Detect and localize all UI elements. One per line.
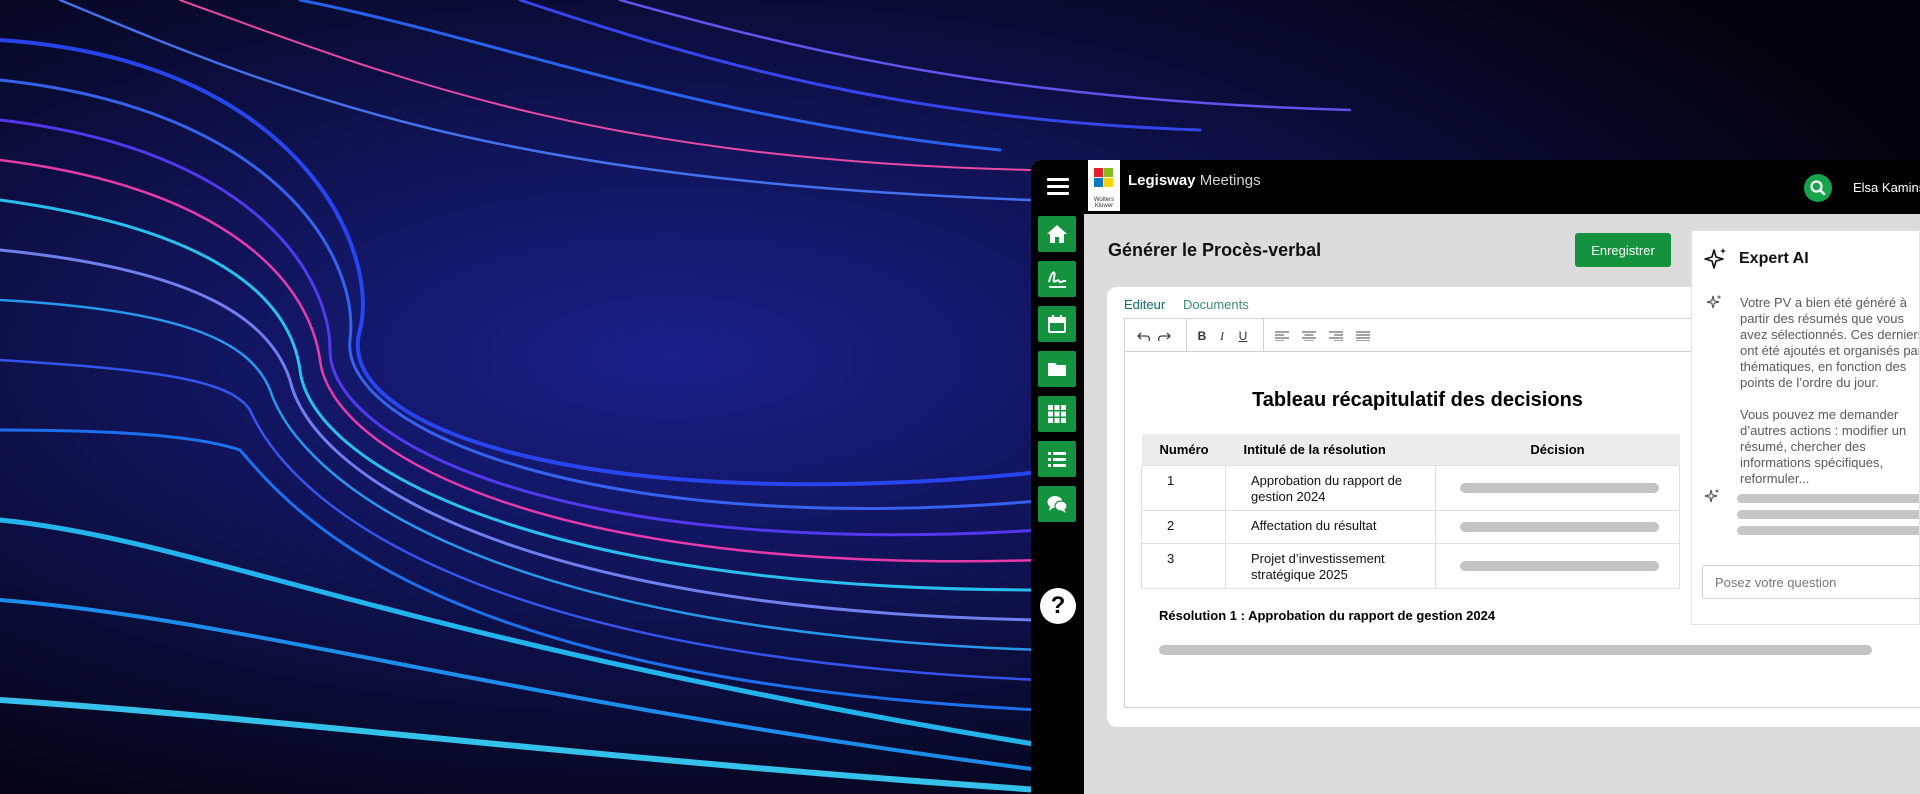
placeholder-bar — [1460, 521, 1659, 532]
ai-avatar-icon — [1704, 488, 1720, 503]
search-icon — [1810, 180, 1826, 196]
brand-name: Legisway — [1128, 172, 1196, 189]
grid-icon — [1048, 405, 1066, 423]
nav-home[interactable] — [1038, 216, 1076, 252]
document-title: Tableau récapitulatif des decisions — [1252, 389, 1583, 411]
logo-mark — [1094, 168, 1113, 187]
sparkle-icon — [1704, 248, 1726, 269]
italic-button[interactable]: I — [1215, 328, 1229, 344]
redo-icon[interactable] — [1155, 328, 1173, 344]
brand-product: Meetings — [1199, 172, 1261, 189]
align-right-glyph — [1329, 331, 1343, 341]
home-icon — [1047, 225, 1067, 243]
toolbar-divider — [1263, 319, 1264, 352]
row-number: 1 — [1141, 464, 1226, 511]
table-row[interactable]: 2 Affectation du résultat — [1141, 509, 1680, 544]
app-window: Wolters Kluwer Legisway Meetings Elsa Ka… — [1031, 160, 1920, 794]
align-left-glyph — [1275, 331, 1289, 341]
logo-text: Wolters Kluwer — [1093, 197, 1115, 209]
ai-message: Vous pouvez me demander d’autres actions… — [1740, 407, 1907, 486]
hamburger-icon[interactable] — [1045, 174, 1071, 200]
undo-glyph — [1137, 332, 1151, 342]
align-center-icon[interactable] — [1300, 328, 1318, 344]
signature-icon — [1048, 271, 1067, 288]
folder-icon — [1048, 363, 1066, 376]
decision-placeholder — [1435, 542, 1680, 589]
row-number: 2 — [1141, 509, 1226, 544]
ai-question-input[interactable] — [1702, 565, 1919, 599]
redo-glyph — [1157, 332, 1171, 342]
placeholder-bar — [1460, 482, 1659, 493]
nav-list[interactable] — [1038, 441, 1076, 477]
toolbar-divider — [1186, 319, 1187, 352]
decision-placeholder — [1435, 464, 1680, 511]
placeholder-bar — [1460, 560, 1659, 571]
list-icon — [1048, 452, 1066, 467]
search-button[interactable] — [1804, 174, 1832, 202]
tab-documents[interactable]: Documents — [1183, 297, 1249, 312]
justify-glyph — [1356, 331, 1370, 341]
nav-chat[interactable] — [1038, 486, 1076, 522]
wolters-kluwer-logo: Wolters Kluwer — [1088, 160, 1120, 211]
nav-calendar[interactable] — [1038, 306, 1076, 342]
column-header: Numéro — [1141, 434, 1226, 465]
nav-signature[interactable] — [1038, 261, 1076, 297]
table-header-row: Numéro Intitulé de la résolution Décisio… — [1141, 434, 1680, 465]
help-icon: ? — [1050, 592, 1066, 619]
tab-editor[interactable]: Editeur — [1124, 297, 1165, 312]
help-button[interactable]: ? — [1040, 588, 1076, 624]
decisions-table: Numéro Intitulé de la résolution Décisio… — [1141, 434, 1680, 589]
nav-folder[interactable] — [1038, 351, 1076, 387]
align-center-glyph — [1302, 331, 1316, 341]
align-right-icon[interactable] — [1327, 328, 1345, 344]
nav-apps[interactable] — [1038, 396, 1076, 432]
page-title: Générer le Procès-verbal — [1108, 240, 1322, 260]
ai-panel-title: Expert AI — [1739, 250, 1809, 267]
ai-message: Votre PV a bien été généré à partir des … — [1740, 295, 1920, 390]
column-header: Décision — [1435, 434, 1680, 465]
justify-icon[interactable] — [1354, 328, 1372, 344]
underline-button[interactable]: U — [1235, 328, 1251, 344]
resolution-title: Projet d’investissement stratégique 2025 — [1225, 542, 1436, 589]
calendar-icon — [1048, 315, 1066, 333]
ai-avatar-icon — [1706, 294, 1722, 309]
decision-placeholder — [1435, 509, 1680, 544]
resolution-heading: Résolution 1 : Approbation du rapport de… — [1159, 608, 1496, 623]
sidebar: ? — [1031, 214, 1084, 794]
loading-bar — [1737, 494, 1919, 503]
undo-icon[interactable] — [1135, 328, 1153, 344]
chat-icon — [1047, 496, 1068, 513]
row-number: 3 — [1141, 542, 1226, 589]
resolution-title: Affectation du résultat — [1225, 509, 1436, 544]
loading-bar — [1737, 510, 1919, 519]
expert-ai-panel: Expert AI Votre PV a bien été généré à p… — [1691, 230, 1920, 625]
loading-bar — [1737, 526, 1919, 535]
table-row[interactable]: 1 Approbation du rapport de gestion 2024 — [1141, 464, 1680, 511]
column-header: Intitulé de la résolution — [1225, 434, 1436, 465]
placeholder-bar — [1159, 645, 1872, 655]
top-bar: Wolters Kluwer Legisway Meetings Elsa Ka… — [1031, 160, 1920, 214]
save-button[interactable]: Enregistrer — [1575, 233, 1671, 267]
resolution-title: Approbation du rapport de gestion 2024 — [1225, 464, 1436, 511]
table-row[interactable]: 3 Projet d’investissement stratégique 20… — [1141, 542, 1680, 589]
app-brand: Legisway Meetings — [1128, 172, 1261, 189]
bold-button[interactable]: B — [1194, 328, 1210, 344]
align-left-icon[interactable] — [1273, 328, 1291, 344]
user-name[interactable]: Elsa Kamins — [1853, 180, 1920, 195]
